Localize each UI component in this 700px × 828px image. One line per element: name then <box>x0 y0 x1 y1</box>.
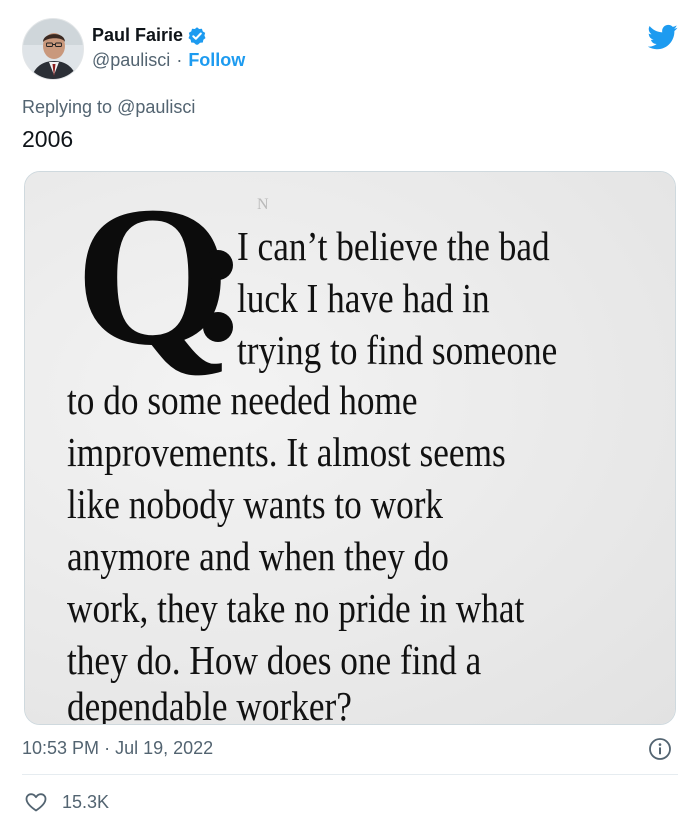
clipping-line: dependable worker? <box>67 683 352 725</box>
twitter-bird-icon[interactable] <box>647 22 678 52</box>
like-button[interactable]: 15.3K <box>24 790 109 814</box>
divider <box>22 774 678 775</box>
drop-cap-q: Q <box>75 171 231 387</box>
author-name-row: Paul Fairie <box>92 25 207 46</box>
clipping-line: work, they take no pride in what <box>67 585 525 631</box>
tweet-timestamp[interactable]: 10:53 PM · Jul 19, 2022 <box>22 738 213 759</box>
tweet-text: 2006 <box>22 126 74 152</box>
like-count: 15.3K <box>62 791 110 812</box>
info-icon[interactable] <box>648 737 672 761</box>
clipping-line: they do. How does one find a <box>67 637 482 683</box>
tweet-header: Paul Fairie @paulisci · Follow <box>22 18 678 80</box>
follow-button[interactable]: Follow <box>188 50 245 71</box>
newspaper-clipping: N Q I can’t believe the bad luck I have … <box>25 171 675 725</box>
clipping-line: improvements. It almost seems <box>67 429 506 475</box>
author-name[interactable]: Paul Fairie <box>92 25 183 46</box>
avatar[interactable] <box>22 18 84 80</box>
colon-dot-top <box>203 250 233 280</box>
reply-mention-link[interactable]: @paulisci <box>117 97 195 117</box>
author-handle[interactable]: @paulisci <box>92 50 170 71</box>
verified-badge-icon <box>187 26 207 46</box>
author-handle-row: @paulisci · Follow <box>92 50 245 71</box>
timestamp-separator: · <box>104 738 111 758</box>
handle-separator: · <box>176 50 183 70</box>
replying-to: Replying to @paulisci <box>22 97 195 118</box>
clipping-line: anymore and when they do <box>67 533 449 579</box>
tweet-date: Jul 19, 2022 <box>115 738 214 758</box>
clipping-line: like nobody wants to work <box>67 481 444 527</box>
clipping-line: trying to find someone <box>237 327 558 373</box>
tweet-image[interactable]: N Q I can’t believe the bad luck I have … <box>24 171 676 725</box>
replying-prefix: Replying to <box>22 97 113 117</box>
clipping-line: luck I have had in <box>237 275 490 321</box>
clipping-line: I can’t believe the bad <box>237 223 550 269</box>
heart-icon <box>24 790 48 814</box>
tweet-time: 10:53 PM <box>22 738 100 758</box>
faint-print-mark: N <box>257 196 269 213</box>
colon-dot-bottom <box>203 312 233 342</box>
clipping-line: to do some needed home <box>67 377 418 423</box>
